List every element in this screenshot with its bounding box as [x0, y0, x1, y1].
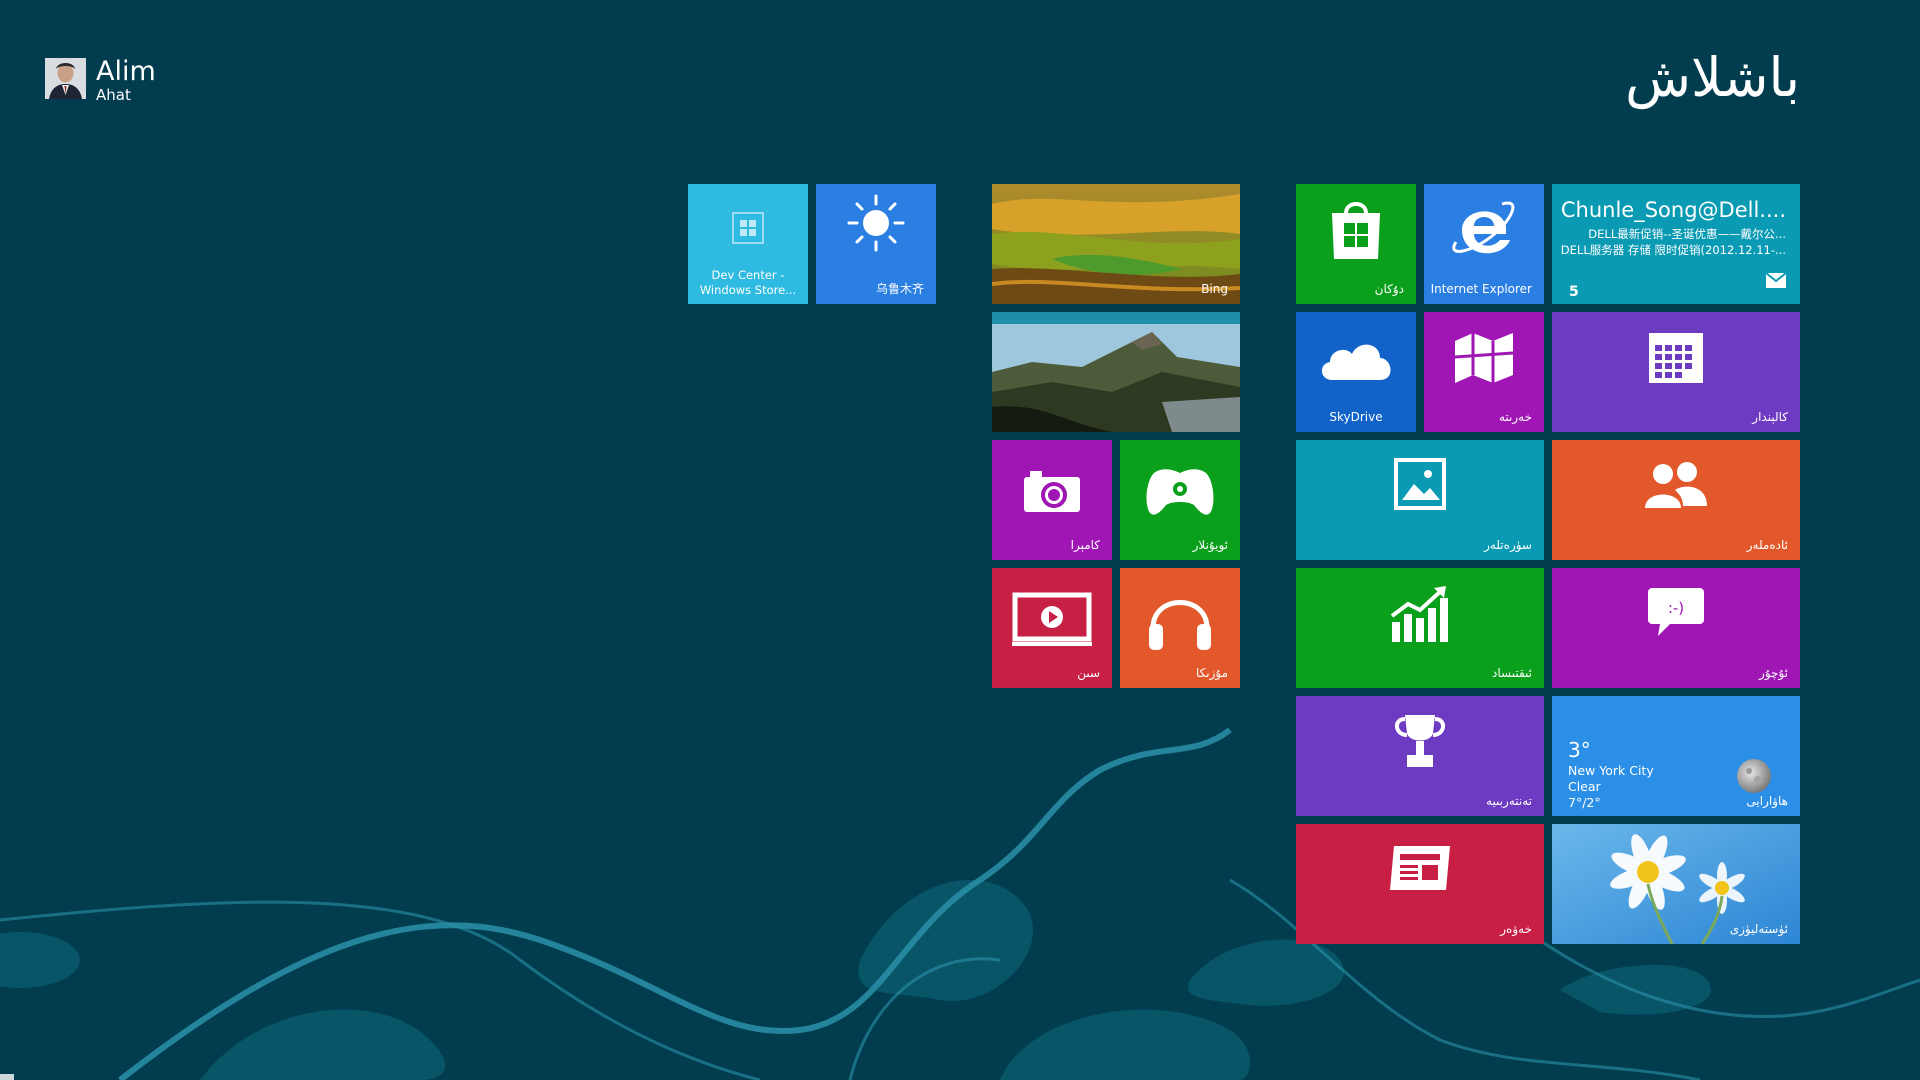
tile-bing[interactable]: Bing — [992, 184, 1240, 304]
shopping-bag-icon — [1328, 197, 1384, 267]
tile-maps-label: خەرىتە — [1498, 410, 1532, 424]
tile-news[interactable]: خەۋەر — [1296, 824, 1544, 944]
tile-camera-label: كامېرا — [1070, 538, 1100, 552]
video-icon — [1012, 592, 1092, 650]
tile-video[interactable]: سىن — [992, 568, 1112, 688]
tile-photos-label: سۈرەتلەر — [1484, 538, 1532, 552]
tile-camera[interactable]: كامېرا — [992, 440, 1112, 560]
cloud-icon — [1316, 334, 1396, 386]
tile-calendar-label: كالېندار — [1752, 410, 1788, 424]
corner-marker — [0, 1074, 14, 1080]
tile-mail[interactable]: Chunle_Song@Dell.... DELL最新促销--圣诞优惠——戴尔公… — [1552, 184, 1800, 304]
envelope-icon — [1765, 272, 1787, 292]
tile-sports-label: تەنتەربىيە — [1486, 794, 1532, 808]
tile-desktop-label: ئۈستەليۈزى — [1729, 922, 1788, 936]
tile-games[interactable]: ئويۇنلار — [1120, 440, 1240, 560]
tile-games-label: ئويۇنلار — [1192, 538, 1228, 552]
moon-icon — [1736, 758, 1772, 798]
tile-music[interactable]: مۇزىكا — [1120, 568, 1240, 688]
mail-unread-count: 5 — [1569, 284, 1579, 300]
tile-finance[interactable]: ئىقتىساد — [1296, 568, 1544, 688]
mail-sender: Chunle_Song@Dell.... — [1560, 198, 1786, 222]
tile-store-label: دۇكان — [1374, 282, 1404, 296]
tile-finance-label: ئىقتىساد — [1492, 666, 1532, 680]
svg-text::-): :-) — [1668, 599, 1684, 617]
tile-dev-center-label: Dev Center - Windows Store... — [699, 268, 797, 297]
user-first-name: Alim — [96, 56, 156, 87]
tile-maps[interactable]: خەرىتە — [1424, 312, 1544, 432]
weather-condition: Clear — [1568, 779, 1601, 794]
tile-calendar[interactable]: كالېندار — [1552, 312, 1800, 432]
tile-video-label: سىن — [1077, 666, 1100, 680]
picture-icon — [1394, 457, 1446, 514]
tile-people[interactable]: ئادەملەر — [1552, 440, 1800, 560]
tile-weather-urumqi-label: 乌鲁木齐 — [875, 282, 924, 296]
mountain-photo-image — [992, 312, 1240, 432]
tile-store[interactable]: دۇكان — [1296, 184, 1416, 304]
calendar-icon — [1649, 333, 1703, 387]
tile-photo-landscape[interactable] — [992, 312, 1240, 432]
tile-internet-explorer-label: Internet Explorer — [1430, 282, 1532, 296]
tile-music-label: مۇزىكا — [1195, 666, 1228, 680]
gamepad-icon — [1144, 465, 1216, 521]
camera-icon — [1022, 468, 1082, 518]
tile-weather-nyc-label: ھاۋارايى — [1746, 794, 1788, 808]
internet-explorer-icon — [1452, 198, 1516, 262]
user-account[interactable]: Alim Ahat — [45, 58, 156, 104]
user-last-name: Ahat — [96, 86, 131, 104]
tile-desktop[interactable]: ئۈستەليۈزى — [1552, 824, 1800, 944]
tile-skydrive[interactable]: SkyDrive — [1296, 312, 1416, 432]
tile-internet-explorer[interactable]: Internet Explorer — [1424, 184, 1544, 304]
windows-logo-icon — [732, 211, 764, 248]
tile-weather-urumqi[interactable]: 乌鲁木齐 — [816, 184, 936, 304]
tile-sports[interactable]: تەنتەربىيە — [1296, 696, 1544, 816]
chat-icon: :-) — [1648, 586, 1704, 642]
newspaper-icon — [1390, 844, 1450, 896]
trophy-icon — [1391, 713, 1449, 775]
weather-city: New York City — [1568, 763, 1654, 778]
sun-icon — [846, 193, 906, 257]
tile-bing-label: Bing — [1201, 282, 1228, 296]
tile-people-label: ئادەملەر — [1746, 538, 1788, 552]
chart-icon — [1390, 586, 1450, 646]
weather-temperature: 3° — [1568, 738, 1591, 762]
weather-range: 7°/2° — [1568, 795, 1601, 810]
headphones-icon — [1145, 584, 1215, 658]
avatar — [45, 58, 86, 99]
tile-messaging[interactable]: :-) ئۇچۇر — [1552, 568, 1800, 688]
map-icon — [1453, 331, 1515, 389]
tile-weather-nyc[interactable]: 3° New York City Clear 7°/2° ھاۋارايى — [1552, 696, 1800, 816]
tile-photos[interactable]: سۈرەتلەر — [1296, 440, 1544, 560]
mail-subject-line-1: DELL最新促销--圣诞优惠——戴尔公... — [1588, 227, 1786, 241]
tile-skydrive-label: SkyDrive — [1329, 410, 1383, 424]
start-title: باشلاش — [1625, 46, 1800, 109]
tile-news-label: خەۋەر — [1500, 922, 1532, 936]
tile-dev-center[interactable]: Dev Center - Windows Store... — [688, 184, 808, 304]
tile-messaging-label: ئۇچۇر — [1759, 666, 1788, 680]
mail-subject-line-2: DELL服务器 存储 限时促销(2012.12.11-... — [1560, 243, 1786, 257]
people-icon — [1643, 460, 1709, 512]
